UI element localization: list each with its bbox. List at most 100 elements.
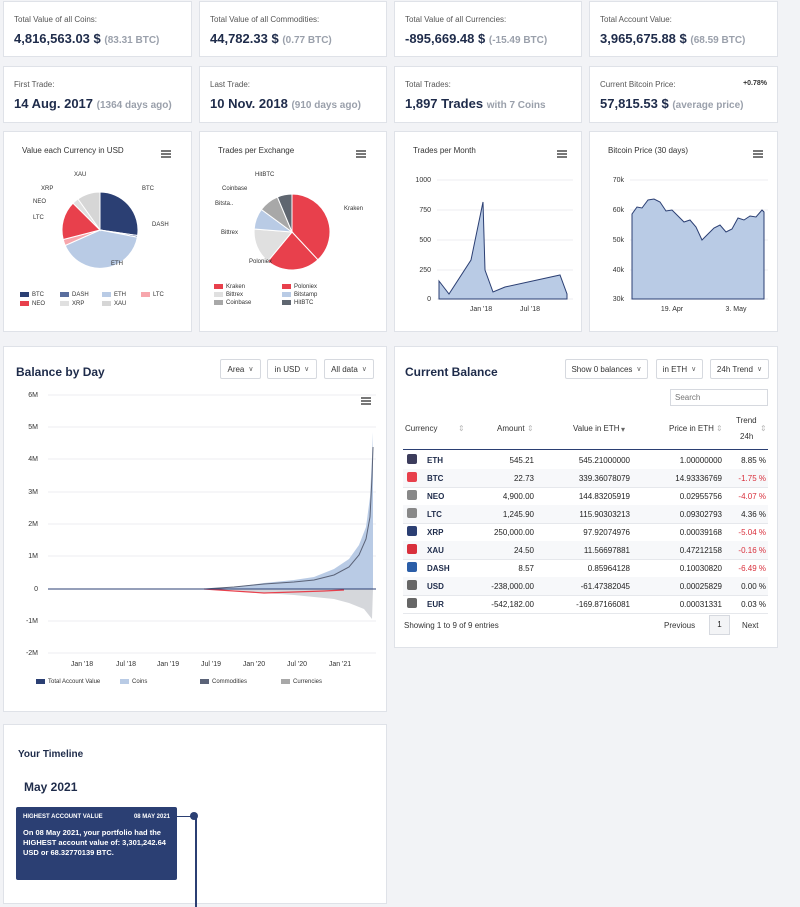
trend-cell: 0.00 % — [741, 582, 766, 591]
legend-item: ETH — [102, 292, 126, 298]
pie-label: Kraken — [344, 206, 364, 212]
previous-button[interactable]: Previous — [664, 621, 695, 630]
sort-icon[interactable]: ⇕ — [527, 424, 534, 433]
search-input[interactable] — [670, 389, 768, 406]
col-trend[interactable]: Trend — [736, 416, 757, 425]
table-row[interactable]: XRP 250,000.00 97.92074976 0.00039168 -5.04 … — [403, 523, 768, 542]
stat-card-total-trades: Total Trades: 1,897 Trades with 7 Coins — [394, 66, 582, 123]
pie-label: Poloniex — [249, 259, 273, 265]
y-tick: -1M — [26, 618, 38, 625]
chevron-down-icon: ∨ — [756, 366, 763, 373]
col-currency[interactable]: Currency — [405, 424, 437, 433]
legend-item: Currencies — [281, 679, 322, 685]
x-tick: Jan '19 — [157, 661, 179, 668]
currency-cell: USD — [427, 582, 444, 591]
x-tick: Jan '20 — [243, 661, 265, 668]
y-tick: 6M — [28, 392, 38, 399]
stat-value: 1,897 Trades with 7 Coins — [405, 96, 546, 111]
col-amount[interactable]: Amount — [497, 424, 525, 433]
chart-legend: BTC DASH ETH LTC NEO XRP XAU — [20, 292, 190, 312]
amount-cell: 8.57 — [518, 564, 534, 573]
balance-by-day-card: Balance by Day Area ∨ in USD ∨ All data ∨ 6… — [3, 346, 387, 712]
stat-card-last-trade: Last Trade: 10 Nov. 2018 (910 days ago) — [199, 66, 387, 123]
table-row[interactable]: DASH 8.57 0.85964128 0.10030820 -6.49 % — [403, 559, 768, 578]
amount-cell: -238,000.00 — [491, 582, 534, 591]
x-tick: 19. Apr — [661, 306, 684, 313]
sort-icon[interactable]: ⇕ — [760, 424, 767, 433]
legend-item: XAU — [102, 301, 126, 307]
x-tick: Jul '18 — [520, 306, 540, 313]
show-zero-dropdown[interactable]: Show 0 balances ∨ — [565, 359, 648, 379]
legend-item: Poloniex — [282, 284, 317, 290]
value-cell: -61.47382045 — [580, 582, 630, 591]
col-price-eth[interactable]: Price in ETH — [669, 424, 714, 433]
price-cell: 0.10030820 — [679, 564, 722, 573]
chart-legend: Kraken Poloniex Bittrex Bitstamp Coinbas… — [214, 284, 384, 312]
page-1-button[interactable]: 1 — [709, 615, 730, 635]
sort-icon[interactable]: ⇕ — [716, 424, 723, 433]
table-row[interactable]: USD -238,000.00 -61.47382045 0.00025829 0.00… — [403, 577, 768, 596]
euro-icon — [407, 598, 417, 608]
value-cell: 0.85964128 — [587, 564, 630, 573]
table-row[interactable]: EUR -542,182.00 -169.87166081 0.00031331 0.0… — [403, 595, 768, 614]
price-change-badge: +0.78% — [743, 80, 767, 87]
value-cell: 97.92074976 — [583, 528, 630, 537]
stat-card-currencies: Total Value of all Currencies: -895,669.… — [394, 1, 582, 57]
next-button[interactable]: Next — [742, 621, 758, 630]
y-tick: 1000 — [415, 177, 431, 184]
y-tick: 60k — [613, 207, 625, 214]
y-tick: 50k — [613, 237, 625, 244]
y-tick: 4M — [28, 456, 38, 463]
y-tick: 750 — [419, 207, 431, 214]
table-info: Showing 1 to 9 of 9 entries — [404, 621, 499, 630]
pie-label: XAU — [74, 172, 87, 178]
table-row[interactable]: ETH 545.21 545.21000000 1.00000000 8.85 % — [403, 451, 768, 470]
value-cell: 115.90303213 — [579, 510, 630, 519]
stat-label: Total Account Value: — [600, 15, 672, 24]
price-cell: 0.00025829 — [679, 582, 722, 591]
stat-value: 4,816,563.03 $ (83.31 BTC) — [14, 31, 160, 46]
legend-item: Total Account Value — [36, 679, 100, 685]
unit-dropdown[interactable]: in ETH ∨ — [656, 359, 703, 379]
legend-item: NEO — [20, 301, 45, 307]
section-title: Your Timeline — [18, 749, 84, 760]
exchange-pie-card: Trades per Exchange HitBTC Coinbase Bits… — [199, 131, 387, 332]
x-tick: 3. May — [725, 306, 747, 313]
table-row[interactable]: NEO 4,900.00 144.83205919 0.02955756 -4.07 % — [403, 487, 768, 506]
x-tick: Jan '21 — [329, 661, 351, 668]
stat-label: Total Value of all Currencies: — [405, 15, 507, 24]
table-row[interactable]: LTC 1,245.90 115.90303213 0.09302793 4.36 % — [403, 505, 768, 524]
col-value-eth[interactable]: Value in ETH — [573, 424, 620, 433]
price-cell: 14.93336769 — [675, 474, 722, 483]
table-row[interactable]: XAU 24.50 11.56697881 0.47212158 -0.16 % — [403, 541, 768, 560]
timeline-event-card[interactable]: HIGHEST ACCOUNT VALUE 08 MAY 2021 On 08 … — [16, 807, 177, 880]
sort-icon[interactable]: ⇕ — [458, 424, 465, 433]
y-tick: 5M — [28, 424, 38, 431]
currency-cell: LTC — [427, 510, 442, 519]
sort-desc-icon[interactable]: ▾ — [621, 425, 625, 434]
currencies-area — [48, 589, 373, 619]
timeline-month: May 2021 — [24, 780, 78, 794]
value-cell: 545.21000000 — [578, 456, 630, 465]
pie-label: LTC — [33, 215, 44, 221]
y-tick: 0 — [427, 296, 431, 303]
legend-item: XRP — [60, 301, 84, 307]
y-tick: 2M — [28, 521, 38, 528]
trend-cell: -5.04 % — [738, 528, 766, 537]
chevron-down-icon: ∨ — [636, 366, 642, 373]
table-row[interactable]: BTC 22.73 339.36078079 14.93336769 -1.75 % — [403, 469, 768, 488]
timeline-card: Your Timeline May 2021 HIGHEST ACCOUNT V… — [3, 724, 387, 907]
chart-legend: Total Account Value Coins Commodities Cu… — [36, 679, 376, 689]
chevron-down-icon: ∨ — [691, 366, 697, 373]
legend-item: BTC — [20, 292, 44, 298]
stat-card-account: Total Account Value: 3,965,675.88 $ (68.… — [589, 1, 778, 57]
pie-label: XRP — [41, 186, 54, 192]
legend-item: Coins — [120, 679, 147, 685]
y-tick: 30k — [613, 296, 625, 303]
currency-cell: DASH — [427, 564, 450, 573]
stat-value: 3,965,675.88 $ (68.59 BTC) — [600, 31, 746, 46]
section-title: Current Balance — [405, 365, 498, 379]
trend-dropdown[interactable]: 24h Trend ∨ — [710, 359, 769, 379]
currency-cell: XRP — [427, 528, 444, 537]
y-tick: 3M — [28, 489, 38, 496]
